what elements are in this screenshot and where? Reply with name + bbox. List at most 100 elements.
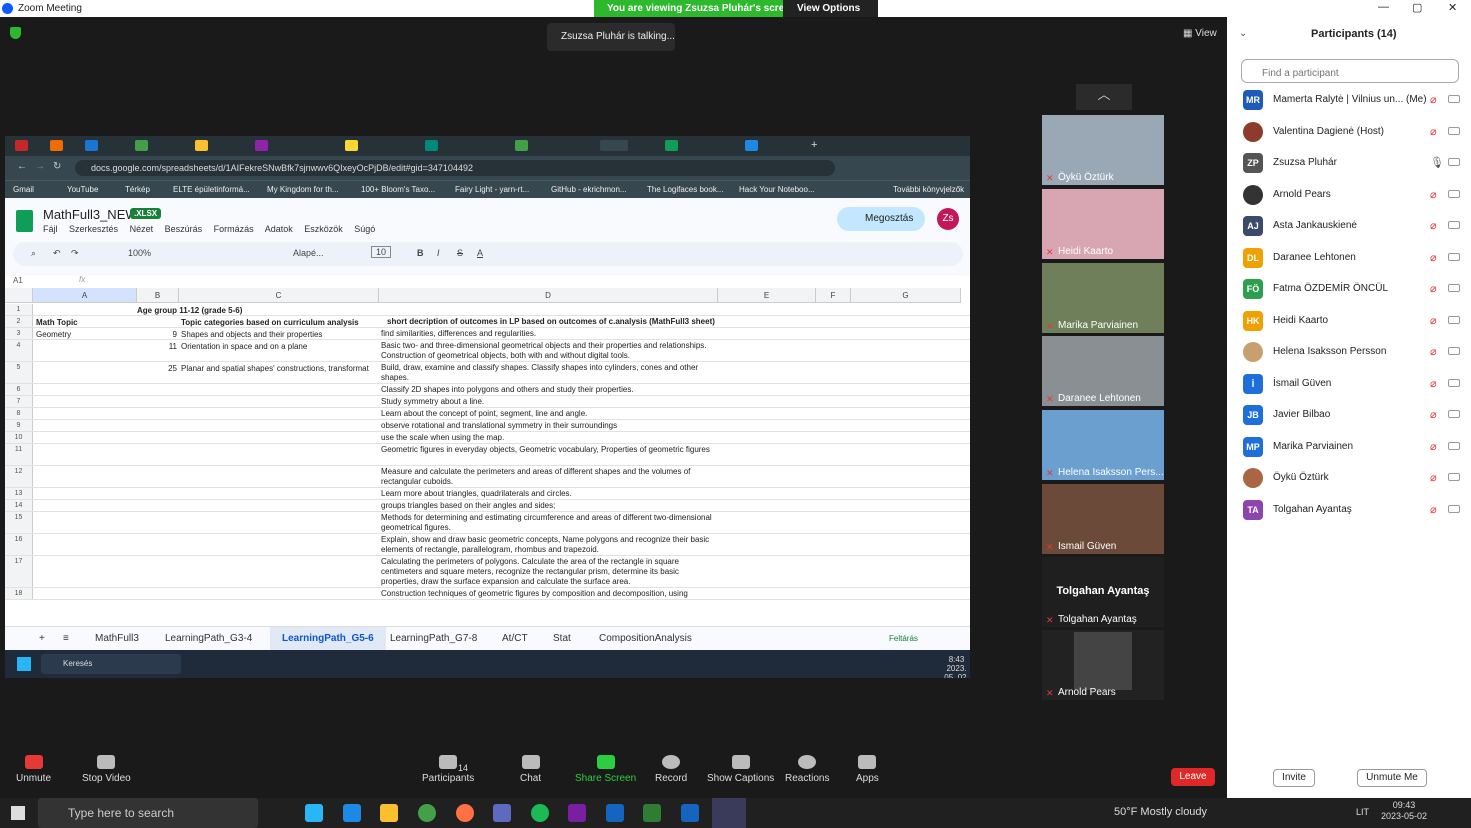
participant-row[interactable]: DL Daranee Lehtonen ⌀ — [1243, 247, 1463, 268]
video-off-icon[interactable] — [1448, 504, 1460, 513]
teams-icon[interactable] — [493, 804, 511, 822]
participant-row[interactable]: ZP Zsuzsa Pluhár 🎙 — [1243, 153, 1463, 173]
table-row[interactable]: 3 Geometry 9 Shapes and objects and their p… — [5, 328, 970, 340]
text-color-icon[interactable]: A — [477, 248, 483, 258]
participant-row[interactable]: JB Javier Bilbao ⌀ — [1243, 405, 1463, 425]
table-row[interactable]: 16 Explain, show and draw basic geometric… — [5, 534, 970, 556]
video-tile[interactable]: ✕ Marika Parviainen — [1042, 263, 1164, 333]
menu-item[interactable]: Súgó — [354, 224, 375, 234]
muted-mic-icon[interactable]: ⌀ — [1430, 377, 1437, 390]
bookmark[interactable]: Hack Your Noteboo... — [739, 185, 815, 194]
muted-mic-icon[interactable]: ⌀ — [1430, 345, 1437, 358]
explore-button[interactable]: Feltárás — [889, 634, 918, 643]
participant-row[interactable]: TA Tolgahan Ayantaş ⌀ — [1243, 499, 1463, 520]
cell-b[interactable]: 25 — [137, 364, 177, 373]
reactions-button[interactable]: Reactions — [785, 755, 829, 784]
video-tile[interactable]: ✕ Arnold Pears — [1042, 630, 1164, 700]
font-select[interactable]: Alapé... — [293, 248, 324, 258]
participant-row[interactable]: Valentina Dagienė (Host) ⌀ — [1243, 121, 1463, 142]
table-row[interactable]: 11 Geometric figures in everyday objects,… — [5, 444, 970, 466]
cell-d[interactable]: Calculating the perimeters of polygons. … — [381, 557, 716, 587]
table-row[interactable]: 13 Learn more about triangles, quadrilate… — [5, 488, 970, 500]
video-off-icon[interactable] — [1448, 347, 1460, 355]
font-size-input[interactable]: 10 — [371, 246, 392, 258]
video-off-icon[interactable] — [1448, 221, 1460, 229]
cell-b[interactable]: 11 — [137, 342, 177, 351]
participant-row[interactable]: HK Heidi Kaarto ⌀ — [1243, 310, 1463, 331]
participant-row[interactable]: Helena Isaksson Persson ⌀ — [1243, 342, 1463, 362]
row-number[interactable]: 17 — [5, 556, 33, 587]
participant-row[interactable]: Arnold Pears ⌀ — [1243, 184, 1463, 205]
video-off-icon[interactable] — [1448, 189, 1460, 198]
table-row[interactable]: 15 Methods for determining and estimating… — [5, 512, 970, 534]
video-off-icon[interactable] — [1448, 126, 1460, 135]
cell-c[interactable]: Topic categories based on curriculum ana… — [181, 318, 381, 327]
browser-tab[interactable] — [50, 140, 63, 151]
bookmark[interactable]: YouTube — [67, 185, 98, 194]
row-number[interactable]: 13 — [5, 488, 33, 499]
cell-c[interactable]: Planar and spatial shapes' constructions… — [181, 364, 381, 373]
italic-icon[interactable]: I — [437, 248, 440, 258]
doc-title[interactable]: MathFull3_NEW — [43, 207, 138, 222]
browser-tab[interactable] — [345, 140, 358, 151]
bookmark[interactable]: 100+ Bloom's Taxo... — [361, 185, 435, 194]
video-off-icon[interactable] — [1448, 252, 1460, 261]
cell-c[interactable]: Orientation in space and on a plane — [181, 342, 381, 351]
reload-icon[interactable]: ↻ — [53, 161, 61, 172]
participant-row[interactable]: İ İsmail Güven ⌀ — [1243, 373, 1463, 394]
firefox-icon[interactable] — [456, 804, 474, 822]
muted-mic-icon[interactable]: ⌀ — [1430, 125, 1437, 138]
bookmark[interactable]: My Kingdom for th... — [267, 185, 339, 194]
cell-a[interactable]: Math Topic — [36, 318, 78, 327]
sheet-tab[interactable]: LearningPath_G3-4 — [165, 633, 252, 644]
muted-mic-icon[interactable]: ⌀ — [1430, 440, 1437, 453]
browser-tab[interactable] — [85, 140, 98, 151]
row-number[interactable]: 15 — [5, 512, 33, 533]
table-row[interactable]: 1 Age group 11-12 (grade 5-6) — [5, 304, 970, 316]
video-off-icon[interactable] — [1448, 158, 1460, 166]
cell-c[interactable]: Shapes and objects and their properties — [181, 330, 381, 339]
cell-a[interactable]: Geometry — [36, 330, 71, 339]
cell-b[interactable]: Age group 11-12 (grade 5-6) — [137, 306, 437, 315]
url-field[interactable]: docs.google.com/spreadsheets/d/1AIFekreS… — [75, 160, 835, 176]
muted-mic-icon[interactable]: ⌀ — [1430, 188, 1437, 201]
windows-start-icon[interactable] — [17, 657, 31, 671]
view-button[interactable]: ▦ View — [1183, 28, 1217, 39]
participant-row[interactable]: Öykü Öztürk ⌀ — [1243, 468, 1463, 488]
cell-d[interactable]: Basic two- and three-dimensional geometr… — [381, 341, 716, 361]
video-off-icon[interactable] — [1448, 473, 1460, 481]
table-row[interactable]: 4 11 Orientation in space and on a plane Ba… — [5, 340, 970, 362]
browser-tab[interactable] — [255, 140, 268, 151]
leave-button[interactable]: Leave — [1171, 768, 1215, 786]
table-row[interactable]: 9 observe rotational and translational sy… — [5, 420, 970, 432]
mic-icon[interactable]: 🎙 — [1430, 156, 1444, 169]
cell-d[interactable]: Learn about the concept of point, segmen… — [381, 409, 716, 419]
bold-icon[interactable]: B — [417, 248, 424, 258]
row-number[interactable]: 18 — [5, 588, 33, 599]
browser-tab[interactable] — [15, 140, 28, 151]
video-tile[interactable]: ✕ Daranee Lehtonen — [1042, 336, 1164, 406]
browser-tab[interactable] — [515, 140, 528, 151]
muted-mic-icon[interactable]: ⌀ — [1430, 282, 1437, 295]
column-header[interactable]: C — [179, 288, 379, 303]
language-indicator[interactable]: LIT — [1356, 807, 1369, 817]
muted-mic-icon[interactable]: ⌀ — [1430, 471, 1437, 484]
table-row[interactable]: 5 25 Planar and spatial shapes' constructi… — [5, 362, 970, 384]
cell-b[interactable]: 9 — [137, 330, 177, 339]
row-number[interactable]: 8 — [5, 408, 33, 419]
cell-d[interactable]: use the scale when using the map. — [381, 433, 716, 443]
weather-widget[interactable]: 50°F Mostly cloudy — [1114, 806, 1207, 818]
taskbar-search[interactable]: Type here to search — [38, 798, 258, 828]
sheet-tab[interactable]: Stat — [553, 633, 571, 644]
row-number[interactable]: 12 — [5, 466, 33, 487]
invite-button[interactable]: Invite — [1273, 769, 1315, 787]
video-off-icon[interactable] — [1448, 378, 1460, 387]
table-row[interactable]: 10 use the scale when using the map. — [5, 432, 970, 444]
app-icon[interactable] — [305, 804, 323, 822]
cell-d[interactable]: Methods for determining and estimating c… — [381, 513, 716, 533]
row-number[interactable]: 1 — [5, 304, 33, 315]
table-row[interactable]: 7 Study symmetry about a line. — [5, 396, 970, 408]
participant-search-input[interactable] — [1241, 59, 1459, 83]
table-row[interactable]: 18 Construction techniques of geometric f… — [5, 588, 970, 600]
search-icon[interactable]: ⌕ — [31, 248, 36, 259]
